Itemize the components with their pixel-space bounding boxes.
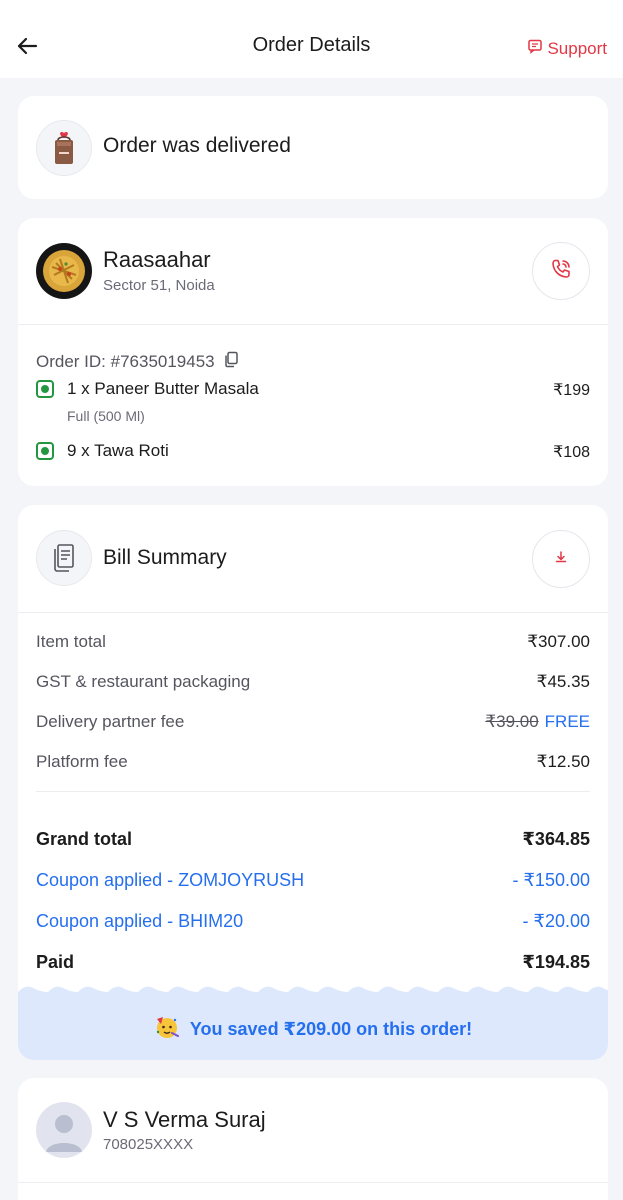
customer-phone: 708025XXXX	[103, 1136, 194, 1153]
top-bar: Order Details Support	[0, 0, 623, 78]
bill-label: Item total	[36, 632, 106, 651]
coupon-value: - ₹20.00	[522, 911, 591, 931]
restaurant-location: Sector 51, Noida	[103, 277, 215, 294]
divider	[18, 324, 608, 325]
bill-value: ₹12.50	[536, 752, 590, 771]
bill-label: Delivery partner fee	[36, 712, 185, 731]
bill-summary-title: Bill Summary	[103, 546, 227, 569]
receipt-icon	[36, 530, 92, 586]
item-price: ₹199	[553, 382, 590, 399]
restaurant-card: Raasaahar Sector 51, Noida Order ID: #76…	[18, 218, 608, 486]
restaurant-name: Raasaahar	[103, 247, 211, 272]
bill-value: ₹307.00	[527, 632, 590, 651]
phone-icon	[549, 257, 573, 286]
delivery-bag-icon	[36, 120, 92, 176]
paid-label: Paid	[36, 952, 75, 972]
bill-value: ₹45.35	[536, 672, 590, 691]
wave-decoration	[18, 986, 608, 996]
bill-row-item-total: Item total ₹307.00	[36, 632, 590, 652]
order-status-card: Order was delivered	[18, 96, 608, 199]
bill-row-gst: GST & restaurant packaging ₹45.35	[36, 672, 590, 692]
copy-icon[interactable]	[223, 351, 239, 373]
customer-card: V S Verma Suraj 708025XXXX	[18, 1078, 608, 1200]
savings-text-row: You saved ₹209.00 on this order!	[18, 1014, 608, 1045]
bill-row-platform-fee: Platform fee ₹12.50	[36, 752, 590, 772]
customer-name: V S Verma Suraj	[103, 1107, 266, 1132]
divider	[36, 791, 590, 792]
party-face-icon	[154, 1014, 180, 1045]
coupon-row: Coupon applied - ZOMJOYRUSH - ₹150.00	[36, 870, 590, 891]
divider	[18, 612, 608, 613]
grand-total-label: Grand total	[36, 829, 133, 849]
support-label: Support	[547, 38, 607, 58]
veg-icon	[36, 380, 54, 398]
coupon-value: - ₹150.00	[512, 870, 590, 890]
paid-value: ₹194.85	[522, 952, 590, 972]
original-delivery-fee: ₹39.00	[485, 712, 539, 731]
item-name: 9 x Tawa Roti	[67, 441, 169, 460]
coupon-row: Coupon applied - BHIM20 - ₹20.00	[36, 911, 590, 932]
divider	[18, 1182, 608, 1183]
bill-label: Platform fee	[36, 752, 128, 771]
coupon-label: Coupon applied - ZOMJOYRUSH	[36, 870, 305, 890]
download-invoice-button[interactable]	[532, 530, 590, 588]
restaurant-logo	[36, 243, 92, 299]
bill-value-group: ₹39.00 FREE	[485, 712, 590, 732]
paid-row: Paid ₹194.85	[36, 952, 590, 973]
bill-row-delivery-fee: Delivery partner fee ₹39.00 FREE	[36, 712, 590, 732]
support-icon	[527, 38, 543, 59]
savings-banner: You saved ₹209.00 on this order!	[18, 986, 608, 1060]
bill-label: GST & restaurant packaging	[36, 672, 251, 691]
order-status-text: Order was delivered	[103, 134, 291, 157]
item-name: 1 x Paneer Butter Masala	[67, 379, 259, 398]
order-id-row: Order ID: #7635019453	[36, 351, 239, 373]
order-id: Order ID: #7635019453	[36, 352, 215, 371]
savings-text: You saved ₹209.00 on this order!	[189, 1019, 473, 1039]
grand-total-value: ₹364.85	[522, 829, 590, 849]
call-restaurant-button[interactable]	[532, 242, 590, 300]
veg-icon	[36, 442, 54, 460]
user-avatar-icon	[36, 1102, 92, 1158]
item-variant: Full (500 Ml)	[67, 408, 145, 424]
bill-summary-card: Bill Summary Item total ₹307.00 GST & re…	[18, 505, 608, 1060]
coupon-label: Coupon applied - BHIM20	[36, 911, 244, 931]
grand-total-row: Grand total ₹364.85	[36, 829, 590, 850]
download-icon	[553, 549, 569, 570]
item-price: ₹108	[553, 444, 590, 461]
support-button[interactable]: Support	[527, 38, 607, 59]
free-delivery-label: FREE	[544, 712, 590, 731]
